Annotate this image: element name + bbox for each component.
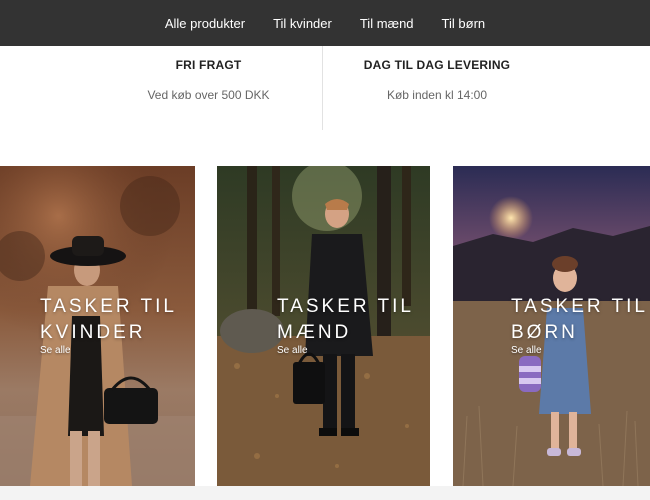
feature-next-day-delivery: DAG TIL DAG LEVERING Køb inden kl 14:00 [323,46,551,130]
feature-free-shipping: FRI FRAGT Ved køb over 500 DKK [95,46,323,130]
nav-children[interactable]: Til børn [442,16,486,31]
page-bottom-edge [0,486,650,500]
feature-subtitle: Ved køb over 500 DKK [147,88,270,102]
features-bar: FRI FRAGT Ved køb over 500 DKK DAG TIL D… [95,46,552,130]
category-card-men[interactable]: TASKER TIL MÆND Se alle [217,166,430,486]
card-title-line: KVINDER [40,322,146,343]
card-title: TASKER TIL MÆND [277,294,414,346]
nav-all-products[interactable]: Alle produkter [165,16,245,31]
feature-subtitle: Køb inden kl 14:00 [386,88,488,102]
card-title-line: TASKER TIL [40,296,177,317]
feature-title: FRI FRAGT [175,58,242,72]
top-navigation: Alle produkter Til kvinder Til mænd Til … [0,0,650,46]
see-all-link[interactable]: Se alle [40,345,71,356]
category-card-children[interactable]: TASKER TIL BØRN Se alle [453,166,650,486]
see-all-link[interactable]: Se alle [277,345,308,356]
category-card-women[interactable]: TASKER TIL KVINDER Se alle [0,166,195,486]
card-title-line: TASKER TIL [511,296,648,317]
card-title-line: TASKER TIL [277,296,414,317]
nav-men[interactable]: Til mænd [360,16,414,31]
feature-title: DAG TIL DAG LEVERING [363,58,511,72]
card-title: TASKER TIL BØRN [511,294,648,346]
see-all-link[interactable]: Se alle [511,345,542,356]
card-title-line: MÆND [277,322,352,343]
card-title-line: BØRN [511,322,578,343]
nav-women[interactable]: Til kvinder [273,16,332,31]
card-title: TASKER TIL KVINDER [40,294,177,346]
